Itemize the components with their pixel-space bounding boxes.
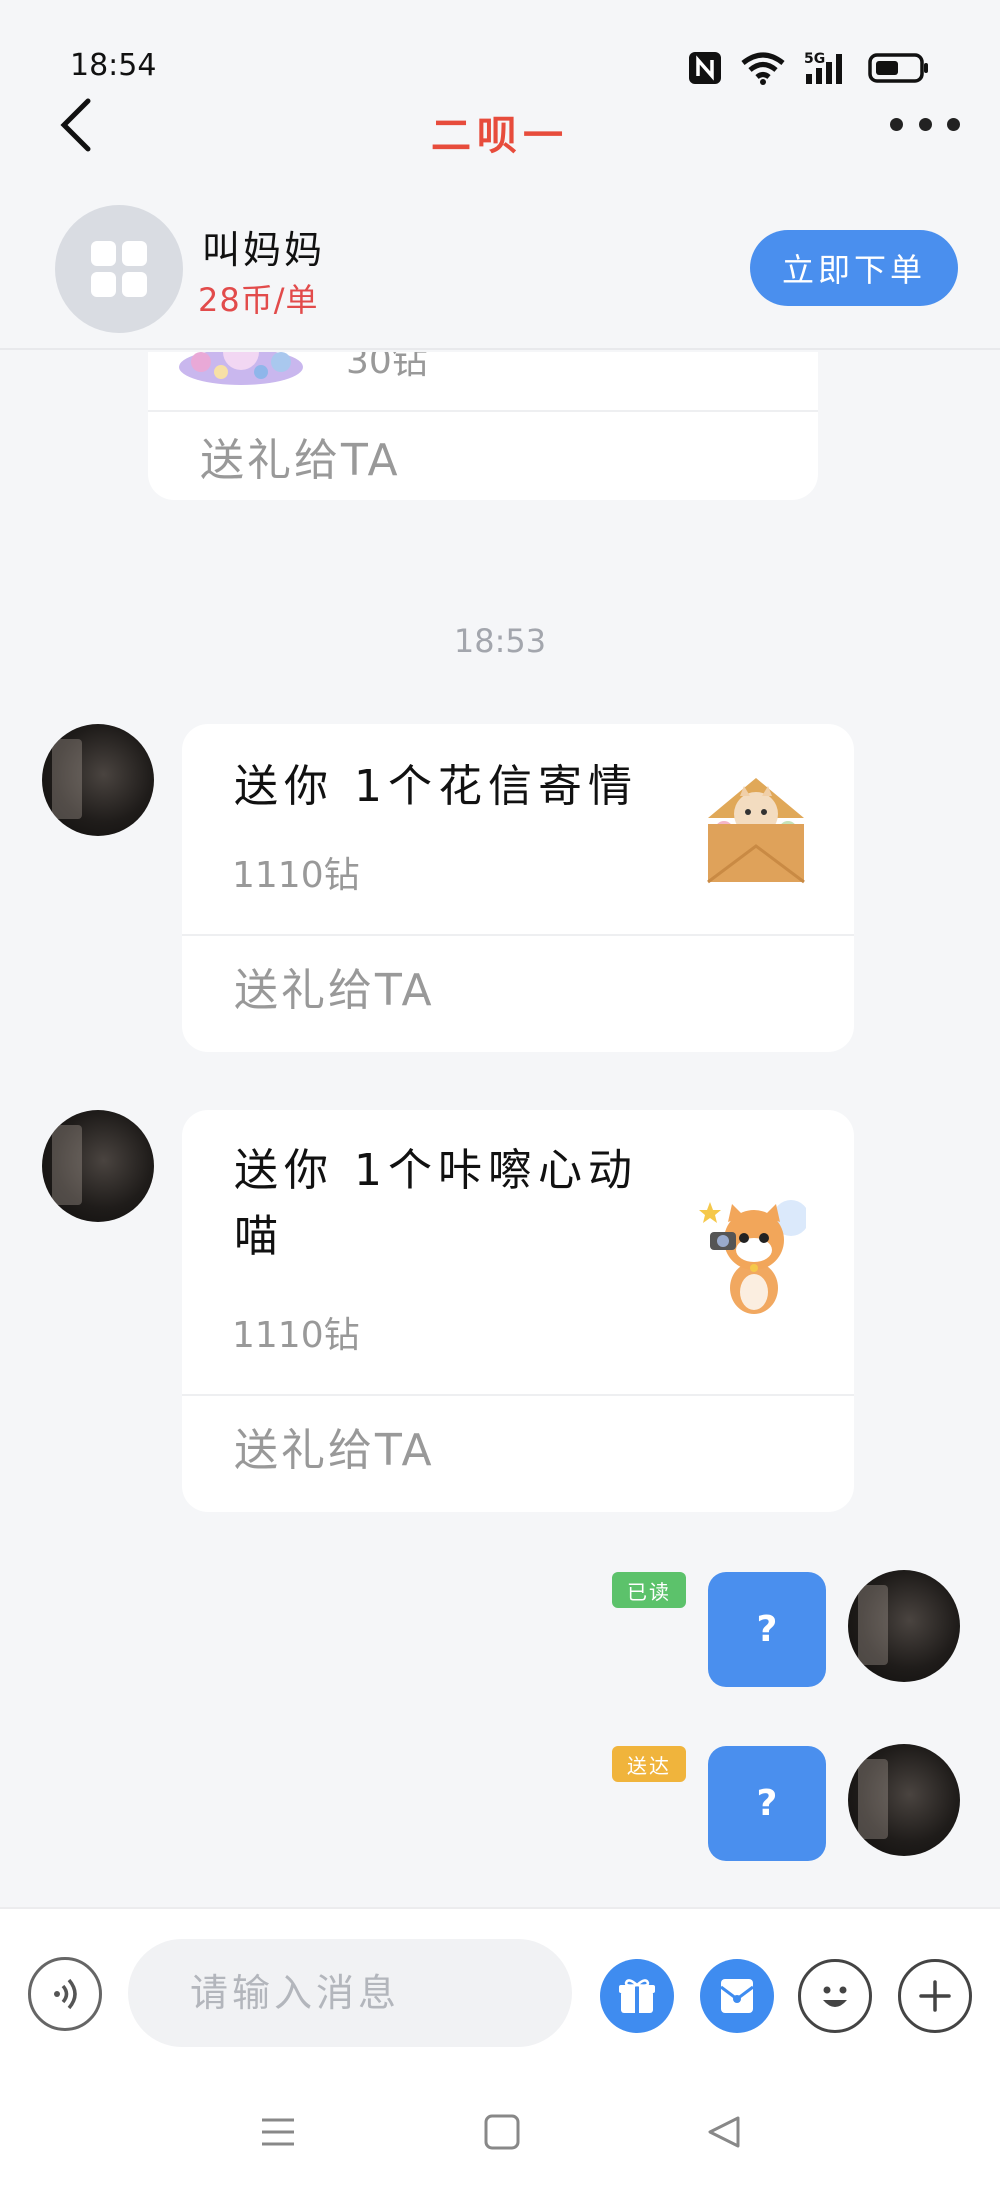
- envelope-cat-icon: [704, 768, 808, 886]
- back-triangle-icon[interactable]: [704, 2112, 744, 2156]
- status-bar: 18:54 5G: [0, 0, 1000, 100]
- more-button[interactable]: [890, 109, 960, 139]
- read-status-badge: 已读: [612, 1572, 686, 1608]
- message-bubble[interactable]: ?: [708, 1572, 826, 1687]
- service-avatar[interactable]: [55, 205, 183, 333]
- gift-icon: [619, 1979, 655, 2013]
- order-now-button[interactable]: 立即下单: [750, 230, 958, 306]
- message-bubble[interactable]: ?: [708, 1746, 826, 1861]
- chat-area: 30钻 送礼给TA 18:53 送你 1个花信寄情 1110钻 送礼给TA 送你…: [0, 352, 1000, 1907]
- menu-icon[interactable]: [258, 2112, 298, 2156]
- signal-icon: 5G: [804, 50, 850, 90]
- plus-icon: [919, 1980, 951, 2012]
- input-bar: [0, 1907, 1000, 2067]
- gift-title-line2: 喵: [234, 1211, 284, 1262]
- gift-card: 送你 1个咔嚓心动 喵 1110钻 送礼给TA: [182, 1110, 854, 1512]
- camera-cat-icon: [696, 1188, 809, 1318]
- send-gift-link[interactable]: 送礼给TA: [234, 1414, 435, 1478]
- more-icon: [890, 117, 903, 131]
- gift-card: 30钻 送礼给TA: [148, 352, 818, 500]
- service-name: 叫妈妈: [202, 228, 326, 272]
- my-avatar[interactable]: [848, 1744, 960, 1856]
- avatar[interactable]: [42, 724, 154, 836]
- send-gift-link[interactable]: 送礼给TA: [234, 954, 435, 1018]
- status-icons: 5G: [688, 50, 930, 90]
- svg-text:5G: 5G: [804, 51, 825, 67]
- wifi-icon: [740, 51, 786, 89]
- avatar[interactable]: [42, 1110, 154, 1222]
- status-time: 18:54: [70, 48, 157, 83]
- gift-price: 1110钻: [232, 855, 360, 896]
- gift-price: 30钻: [346, 352, 428, 382]
- message-input[interactable]: [128, 1939, 572, 2047]
- red-packet-button[interactable]: [700, 1959, 774, 2033]
- system-nav: [0, 2067, 1000, 2197]
- top-nav: 二呗一: [0, 95, 1000, 165]
- send-gift-link[interactable]: 送礼给TA: [200, 424, 401, 488]
- card-divider: [182, 1394, 854, 1396]
- page-title: 二呗一: [431, 113, 569, 159]
- voice-button[interactable]: [28, 1957, 102, 2031]
- gift-title: 送你 1个咔嚓心动: [234, 1145, 638, 1196]
- nfc-icon: [688, 51, 722, 89]
- voice-icon: [54, 1978, 77, 2010]
- service-price: 28币/单: [198, 281, 319, 319]
- card-divider: [148, 410, 818, 412]
- emoji-button[interactable]: [798, 1959, 872, 2033]
- service-header: 叫妈妈 28币/单 立即下单: [0, 195, 1000, 350]
- my-avatar[interactable]: [848, 1570, 960, 1682]
- home-icon[interactable]: [482, 2112, 522, 2156]
- red-packet-icon: [720, 1979, 754, 2013]
- gift-card: 送你 1个花信寄情 1110钻 送礼给TA: [182, 724, 854, 1052]
- more-actions-button[interactable]: [898, 1959, 972, 2033]
- message-timestamp: 18:53: [453, 622, 547, 660]
- card-divider: [182, 934, 854, 936]
- gift-price: 1110钻: [232, 1315, 360, 1356]
- gift-title: 送你 1个花信寄情: [234, 761, 638, 812]
- gift-button[interactable]: [600, 1959, 674, 2033]
- emoji-icon: [823, 1986, 847, 2007]
- gift-image: [176, 352, 306, 392]
- battery-icon: [868, 51, 930, 89]
- apps-icon: [91, 241, 147, 297]
- delivered-status-badge: 送达: [612, 1746, 686, 1782]
